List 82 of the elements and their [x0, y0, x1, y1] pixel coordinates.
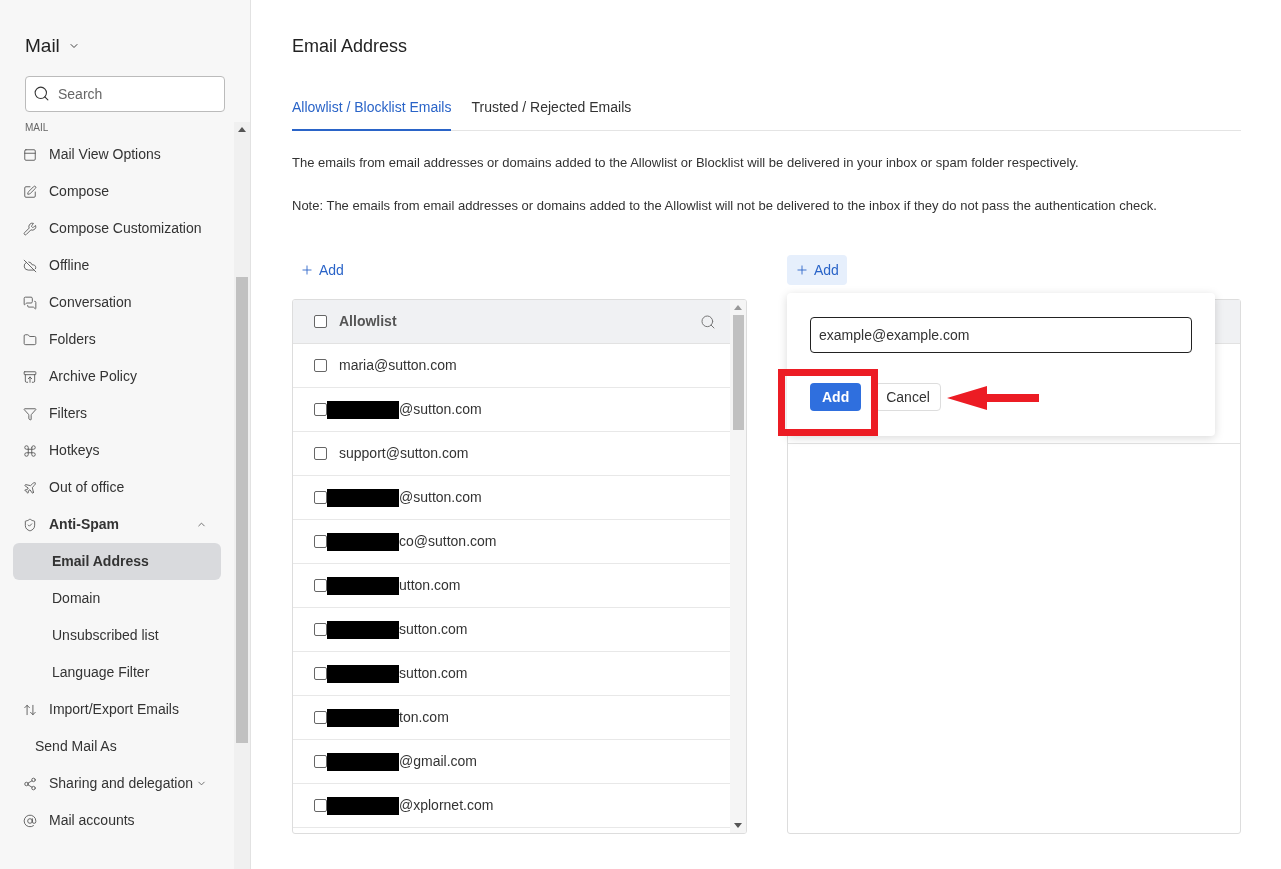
- checkbox[interactable]: [314, 491, 327, 504]
- sidebar-item[interactable]: Mail View Options: [13, 136, 221, 173]
- checkbox[interactable]: [314, 447, 327, 460]
- layout-icon: [23, 147, 37, 162]
- sidebar-subitem[interactable]: Unsubscribed list: [13, 617, 221, 654]
- sidebar-group-item[interactable]: Sharing and delegation: [13, 765, 221, 802]
- shield-check-icon: [23, 517, 37, 532]
- email-address: maria@sutton.com: [339, 356, 457, 375]
- search-icon: [33, 85, 50, 102]
- plus-icon: [795, 263, 809, 277]
- email-address: co@sutton.com: [399, 532, 497, 551]
- sidebar-item[interactable]: Out of office: [13, 469, 221, 506]
- sidebar-item[interactable]: Import/Export Emails: [13, 691, 221, 728]
- checkbox[interactable]: [314, 579, 327, 592]
- search-field[interactable]: Search: [25, 76, 225, 112]
- email-address: @xplornet.com: [399, 796, 494, 815]
- sidebar-item[interactable]: Mail accounts: [13, 802, 221, 839]
- sidebar-group-item[interactable]: Anti-Spam: [13, 506, 221, 543]
- command-key-icon: [23, 443, 37, 458]
- sidebar-item[interactable]: Hotkeys: [13, 432, 221, 469]
- add-button[interactable]: Add: [292, 255, 352, 285]
- sidebar-item[interactable]: Send Mail As: [13, 728, 221, 765]
- confirm-button[interactable]: Add: [810, 383, 862, 411]
- checkbox[interactable]: [314, 667, 327, 680]
- checkbox[interactable]: [314, 755, 327, 768]
- email-address: support@sutton.com: [339, 444, 469, 463]
- sidebar-item[interactable]: Filters: [13, 395, 221, 432]
- checkbox[interactable]: [314, 315, 327, 328]
- plus-icon: [300, 263, 314, 277]
- app-title[interactable]: Mail: [25, 31, 60, 61]
- chat-bubbles-icon: [23, 295, 37, 310]
- sidebar-subitem[interactable]: Email Address: [13, 543, 221, 580]
- scroll-up-icon[interactable]: [238, 127, 246, 132]
- sidebar-item[interactable]: Compose Customization: [13, 210, 221, 247]
- scrollbar-thumb[interactable]: [732, 315, 744, 430]
- email-address: ton.com: [399, 708, 449, 727]
- sidebar-item[interactable]: Folders: [13, 321, 221, 358]
- sidebar-subitem[interactable]: Domain: [13, 580, 221, 617]
- info-text: Note: The emails from email addresses or domains added to the Allowlist will not be delivered to the inbox if they do not pass the authentication check.: [292, 196, 1158, 215]
- checkbox[interactable]: [314, 623, 327, 636]
- column-heading: Allowlist: [339, 312, 397, 331]
- scrollbar-thumb[interactable]: [236, 277, 248, 743]
- pencil-square-icon: [23, 184, 37, 199]
- checkbox[interactable]: [314, 403, 327, 416]
- cloud-off-icon: [23, 258, 37, 273]
- tab[interactable]: Allowlist / Blocklist Emails: [292, 97, 452, 131]
- plane-icon: [23, 480, 37, 495]
- add-button[interactable]: Add: [787, 255, 847, 285]
- sidebar-subitem[interactable]: Language Filter: [13, 654, 221, 691]
- cancel-button[interactable]: Cancel: [875, 383, 941, 411]
- filter-icon: [23, 406, 37, 421]
- sidebar-item-label: Sharing and delegation: [49, 774, 193, 793]
- folder-icon: [23, 332, 37, 347]
- sidebar-item[interactable]: Offline: [13, 247, 221, 284]
- scrollbar[interactable]: [234, 122, 250, 869]
- sidebar-item[interactable]: Archive Policy: [13, 358, 221, 395]
- tab[interactable]: Trusted / Rejected Emails: [471, 97, 632, 131]
- section-heading: MAIL: [24, 122, 50, 134]
- sidebar-item[interactable]: Conversation: [13, 284, 221, 321]
- email-address: @sutton.com: [399, 488, 482, 507]
- scrollbar[interactable]: [730, 300, 746, 833]
- checkbox[interactable]: [314, 535, 327, 548]
- email-input[interactable]: example@example.com: [810, 317, 1192, 353]
- tools-icon: [23, 221, 37, 236]
- up-down-arrows-icon: [23, 702, 37, 717]
- scroll-down-icon[interactable]: [734, 823, 742, 828]
- email-address: @gmail.com: [399, 752, 477, 771]
- email-address: sutton.com: [399, 664, 468, 683]
- sidebar-item-label: Anti-Spam: [49, 515, 119, 534]
- sidebar-item[interactable]: Compose: [13, 173, 221, 210]
- checkbox[interactable]: [314, 711, 327, 724]
- search-icon[interactable]: [700, 313, 716, 330]
- share-icon: [23, 776, 37, 791]
- tray-icon: [23, 369, 37, 384]
- checkbox[interactable]: [314, 799, 327, 812]
- email-address: utton.com: [399, 576, 461, 595]
- checkbox[interactable]: [314, 359, 327, 372]
- at-sign-icon: [23, 813, 37, 828]
- page-title: Email Address: [292, 35, 409, 58]
- email-address: sutton.com: [399, 620, 468, 639]
- info-text: The emails from email addresses or domains added to the Allowlist or Blocklist will be delivered in your inbox or spam folder respectively.: [292, 154, 1080, 172]
- email-address: @sutton.com: [399, 400, 482, 419]
